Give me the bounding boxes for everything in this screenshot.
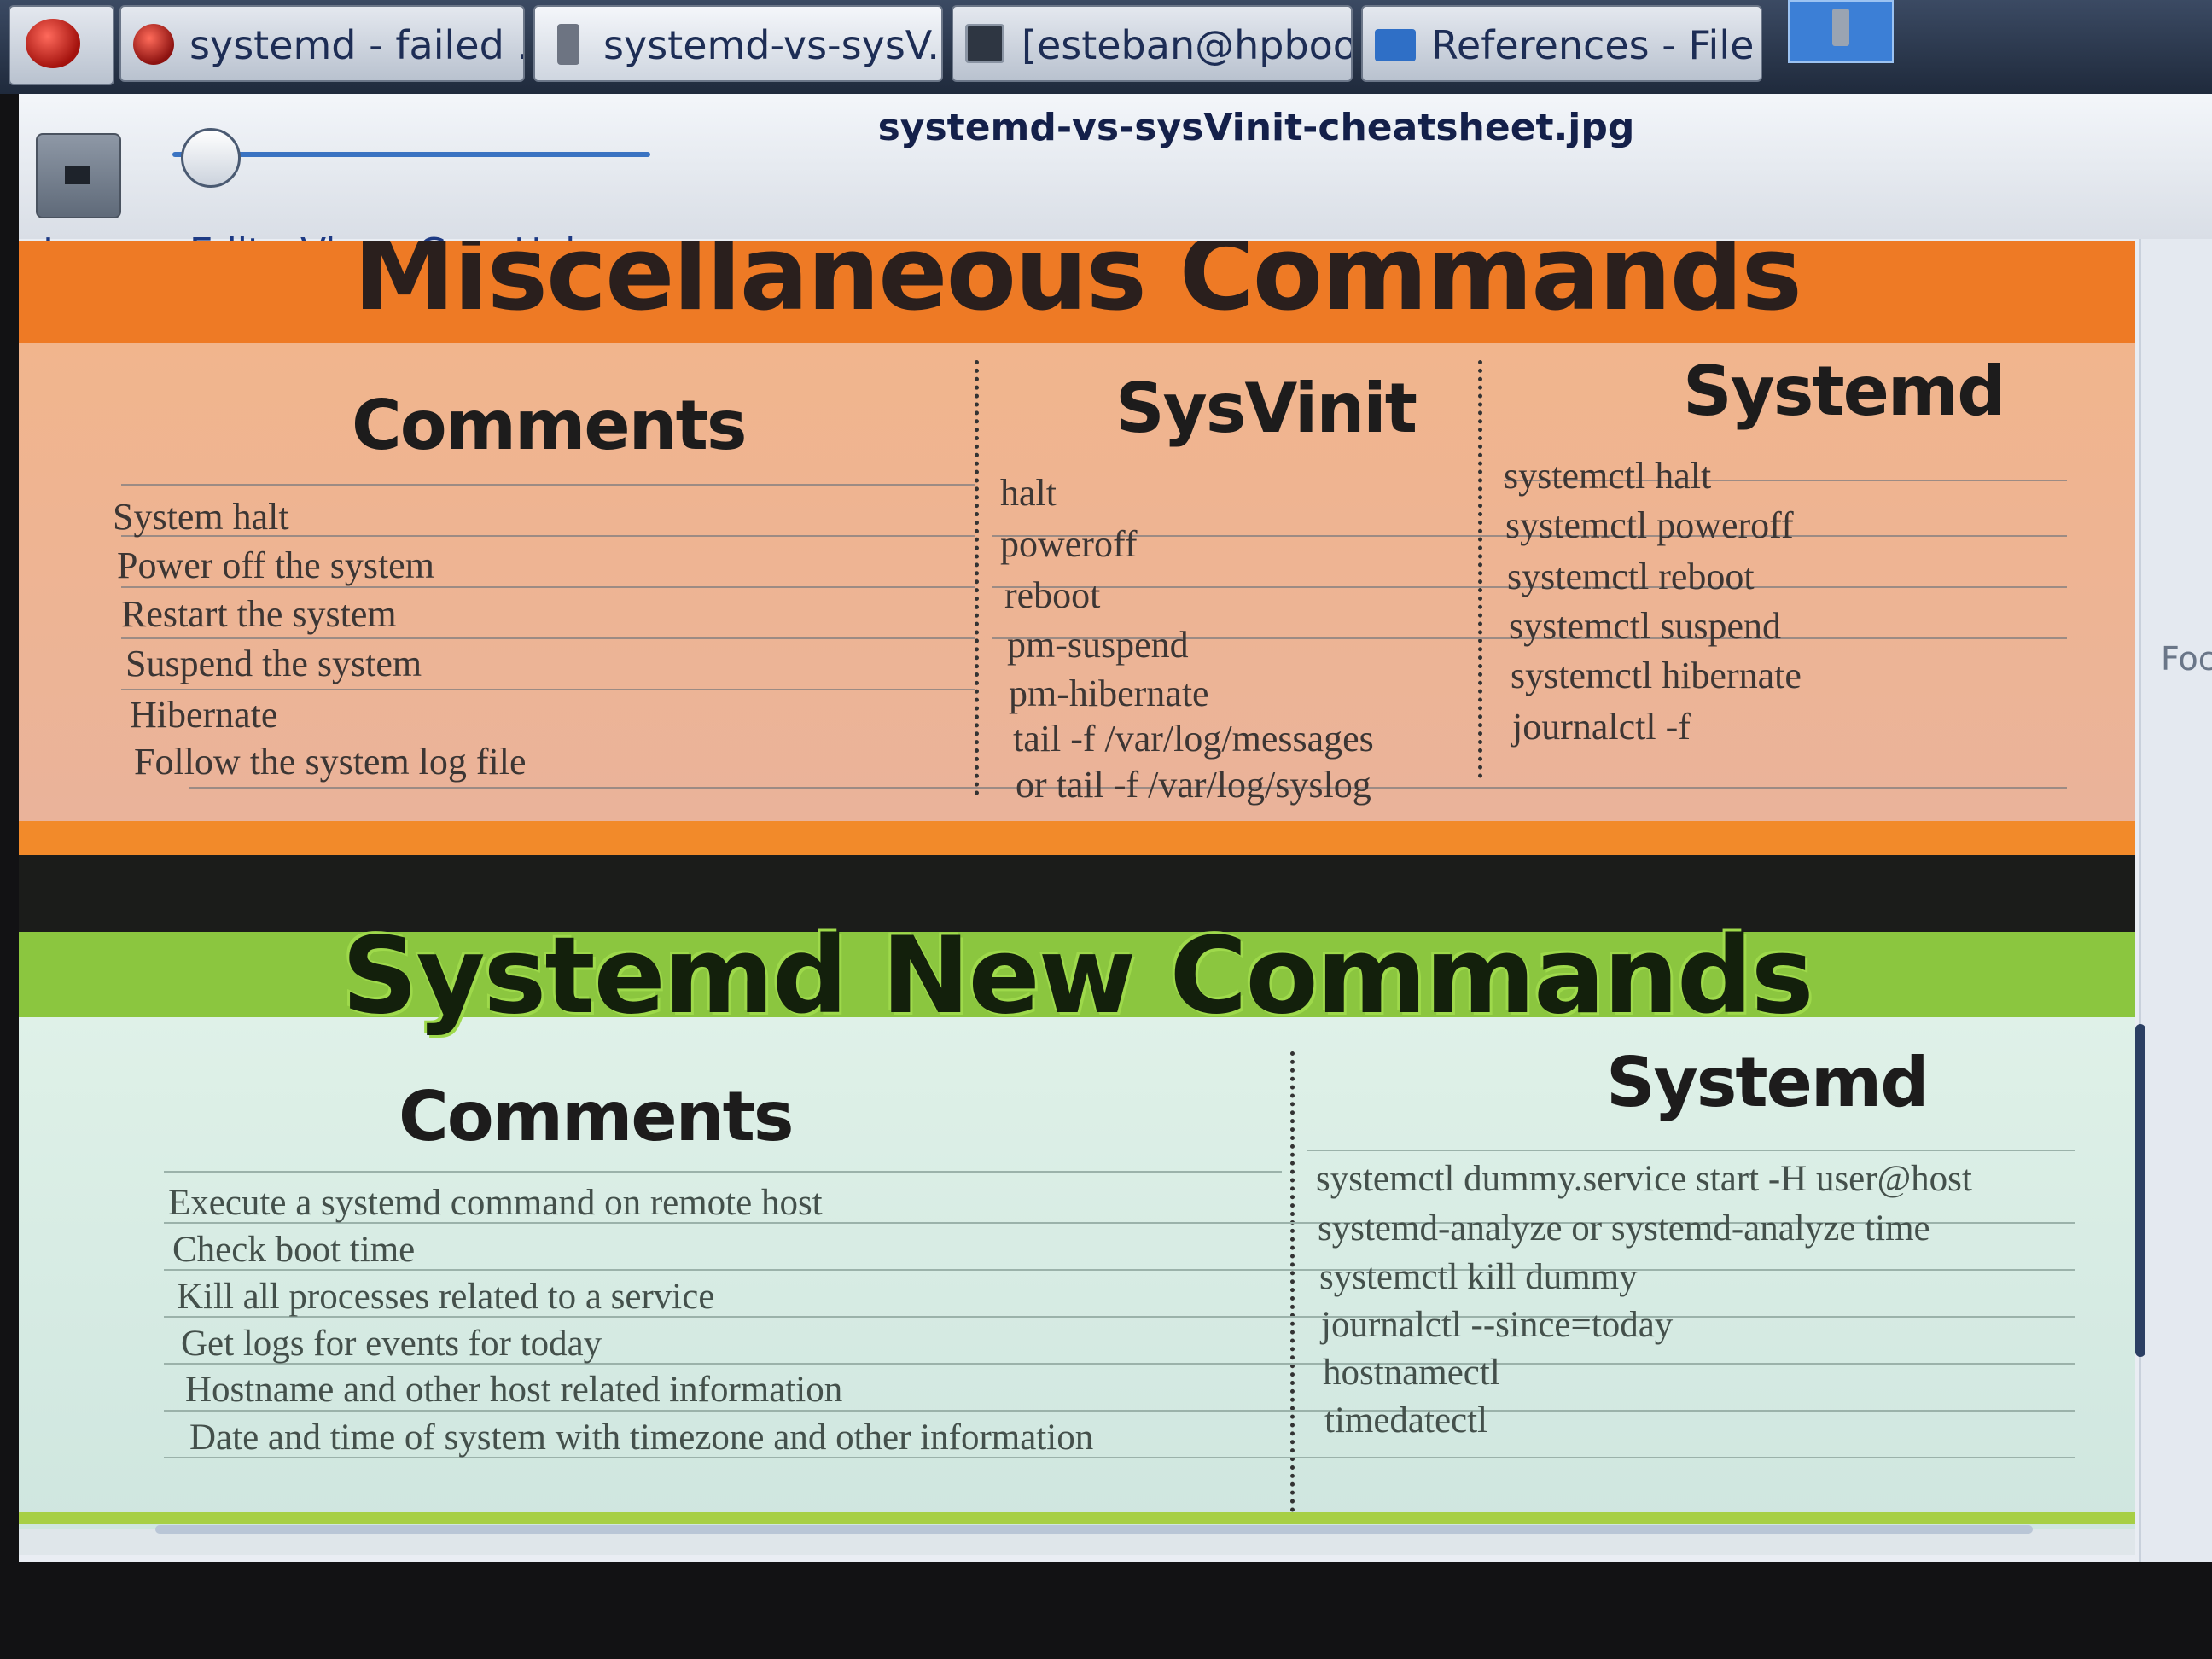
- pager-window-icon: [1832, 9, 1849, 46]
- misc-comment: Restart the system: [121, 593, 397, 635]
- new-commands-title: Systemd New Commands: [341, 915, 1813, 1038]
- image-viewer-icon: [557, 24, 579, 65]
- terminal-icon: [965, 24, 1004, 63]
- application-menu-button[interactable]: [9, 5, 114, 85]
- new-comment: Check boot time: [172, 1230, 416, 1270]
- table-rule: [164, 1269, 2075, 1271]
- viewer-toolbar: systemd-vs-sysVinit-cheatsheet.jpg: [19, 94, 2212, 239]
- new-systemd: systemd-analyze or systemd-analyze time: [1318, 1208, 1930, 1249]
- misc-commands-title: Miscellaneous Commands: [353, 241, 1802, 334]
- misc-column-separator: [1478, 360, 1482, 778]
- image-display[interactable]: Miscellaneous Commands Comments SysVinit…: [19, 241, 2135, 1555]
- browser-icon: [133, 24, 174, 65]
- misc-header-systemd: Systemd: [1683, 352, 2006, 431]
- task-button-terminal[interactable]: [esteban@hpboo...: [952, 5, 1353, 82]
- new-comment: Execute a systemd command on remote host: [168, 1183, 823, 1223]
- misc-comment: Suspend the system: [125, 643, 422, 684]
- task-button-file-manager[interactable]: References - File ...: [1361, 5, 1762, 82]
- misc-sysvinit: poweroff: [1000, 523, 1138, 565]
- misc-systemd: systemctl suspend: [1509, 605, 1781, 647]
- green-footer-band: [19, 1512, 2135, 1524]
- zoom-slider[interactable]: [172, 152, 650, 157]
- misc-systemd: systemctl reboot: [1507, 556, 1755, 597]
- misc-sysvinit-alt: or tail -f /var/log/syslog: [1016, 764, 1371, 806]
- vertical-scrollbar[interactable]: [2135, 1024, 2145, 1357]
- side-panel-label: Foc: [2161, 640, 2212, 678]
- task-label: systemd-vs-sysV...: [603, 22, 943, 68]
- folder-icon: [1375, 29, 1416, 61]
- misc-comment: System halt: [113, 496, 289, 538]
- misc-systemd: systemctl halt: [1504, 455, 1712, 497]
- screen: systemd - failed ... systemd-vs-sysV... …: [0, 0, 2212, 1659]
- image-viewer-window: systemd-vs-sysVinit-cheatsheet.jpg Image…: [19, 94, 2212, 1562]
- new-header-comments: Comments: [399, 1077, 794, 1156]
- new-column-separator: [1290, 1051, 1295, 1512]
- task-button-image-viewer[interactable]: systemd-vs-sysV...: [533, 5, 943, 82]
- misc-comment: Power off the system: [117, 544, 434, 586]
- new-systemd: timedatectl: [1324, 1400, 1488, 1441]
- misc-comment: Hibernate: [130, 694, 278, 736]
- misc-header-comments: Comments: [352, 386, 747, 465]
- task-button-browser[interactable]: systemd - failed ...: [119, 5, 525, 82]
- new-systemd: journalctl --since=today: [1321, 1305, 1674, 1345]
- new-systemd: systemctl dummy.service start -H user@ho…: [1316, 1159, 1972, 1199]
- task-label: systemd - failed ...: [189, 22, 525, 68]
- task-label: [esteban@hpboo...: [1022, 22, 1353, 68]
- misc-header-sysvinit: SysVinit: [1115, 369, 1417, 448]
- misc-column-separator: [975, 360, 979, 795]
- new-systemd: systemctl kill dummy: [1319, 1257, 1638, 1297]
- window-title: systemd-vs-sysVinit-cheatsheet.jpg: [877, 106, 1635, 149]
- new-header-systemd: Systemd: [1606, 1043, 1930, 1122]
- new-comment: Date and time of system with timezone an…: [189, 1417, 1094, 1458]
- table-rule: [164, 1171, 1282, 1173]
- new-comment: Get logs for events for today: [181, 1324, 602, 1364]
- side-panel: [2139, 239, 2212, 1562]
- orange-footer-band: [19, 821, 2135, 855]
- misc-systemd: systemctl hibernate: [1511, 655, 1802, 696]
- misc-sysvinit: pm-suspend: [1007, 624, 1189, 666]
- misc-comment: Follow the system log file: [134, 741, 527, 783]
- fullscreen-icon: [65, 166, 90, 184]
- image-bottom-edge: [155, 1525, 2033, 1534]
- misc-sysvinit: reboot: [1004, 574, 1101, 616]
- workspace-pager[interactable]: [1788, 0, 1894, 63]
- task-label: References - File ...: [1431, 22, 1761, 68]
- misc-sysvinit: pm-hibernate: [1009, 672, 1209, 714]
- table-rule: [121, 689, 975, 690]
- table-rule: [121, 484, 975, 486]
- misc-systemd: journalctl -f: [1512, 706, 1691, 748]
- misc-sysvinit: halt: [1000, 472, 1057, 514]
- table-rule: [1307, 1150, 2075, 1151]
- misc-sysvinit: tail -f /var/log/messages: [1013, 718, 1374, 760]
- new-comment: Hostname and other host related informat…: [185, 1370, 843, 1410]
- misc-systemd: systemctl poweroff: [1505, 504, 1794, 546]
- taskbar: systemd - failed ... systemd-vs-sysV... …: [0, 0, 2212, 94]
- new-comment: Kill all processes related to a service: [177, 1277, 715, 1317]
- new-systemd: hostnamectl: [1323, 1353, 1500, 1393]
- table-rule: [121, 637, 975, 639]
- app-menu-icon: [26, 19, 80, 68]
